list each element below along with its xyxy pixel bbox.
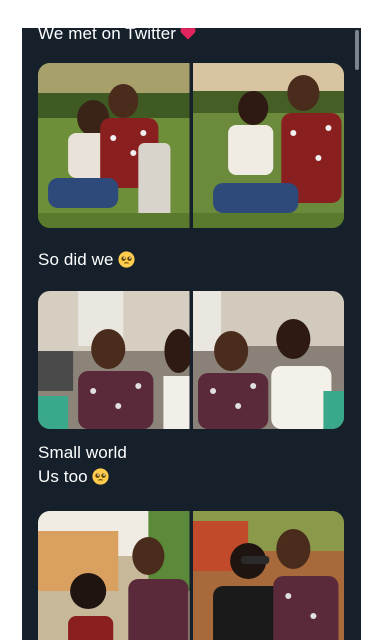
post-text-3-line-2-content: Us too: [38, 467, 88, 486]
pleading-face-emoji-icon: [117, 251, 135, 268]
photo-6[interactable]: [192, 511, 344, 640]
post-text-3: Small world Us too: [38, 441, 127, 489]
heart-emoji-icon: [180, 28, 196, 40]
photo-grid-2[interactable]: [38, 291, 344, 429]
post-text-1-content: We met on Twitter: [38, 28, 177, 43]
photo-2[interactable]: [192, 63, 344, 228]
tweet-thread-view: We met on Twitter So did we Small world …: [22, 28, 361, 640]
photo-3[interactable]: [38, 291, 190, 429]
post-text-2: So did we: [38, 248, 135, 272]
post-text-1: We met on Twitter: [38, 28, 196, 46]
photo-grid-3[interactable]: [38, 511, 344, 640]
photo-1[interactable]: [38, 63, 190, 228]
photo-4[interactable]: [192, 291, 344, 429]
scrollbar[interactable]: [355, 30, 359, 70]
post-text-2-content: So did we: [38, 250, 114, 269]
pleading-face-emoji-icon: [92, 468, 109, 485]
photo-5[interactable]: [38, 511, 190, 640]
post-text-3-line-2: Us too: [38, 465, 127, 489]
post-text-3-line-1: Small world: [38, 443, 127, 462]
photo-grid-1[interactable]: [38, 63, 344, 228]
